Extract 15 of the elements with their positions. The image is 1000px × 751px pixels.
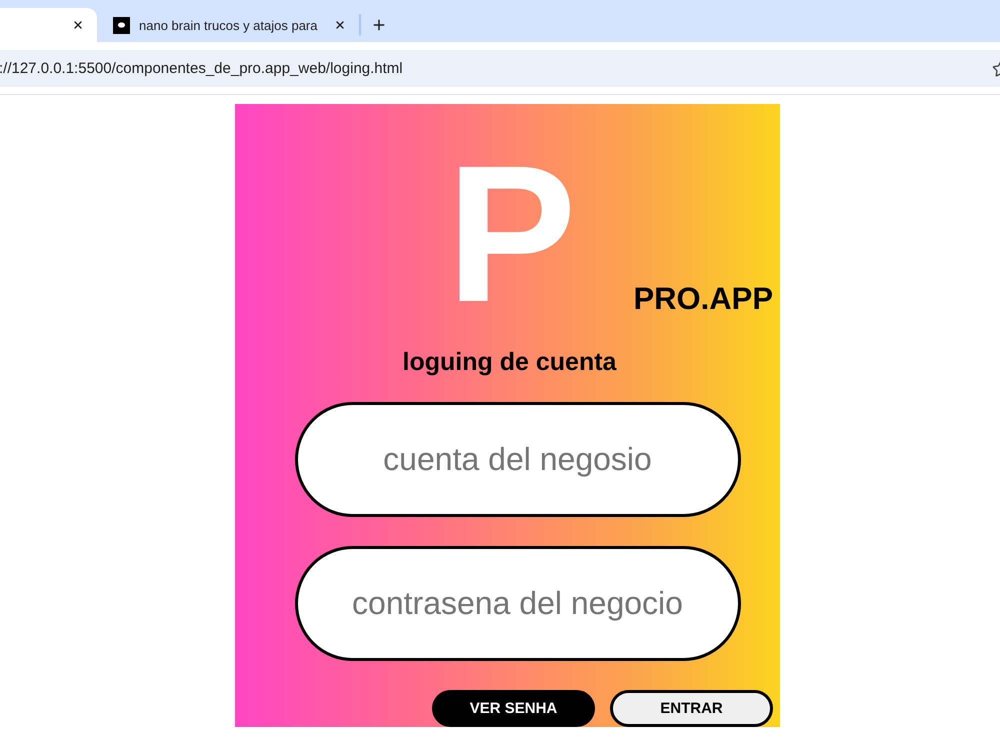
text-field[interactable]: cuenta del negosio	[294, 402, 740, 517]
site-favicon-icon	[113, 16, 130, 34]
address-url: ://127.0.0.1:5500/componentes_de_pro.app_web/loging.html	[0, 60, 403, 77]
logo-letter: P	[446, 137, 577, 332]
enter-button[interactable]: ENTRAR	[610, 690, 773, 727]
brand-name: PRO.APP	[633, 283, 773, 314]
close-icon[interactable]	[334, 19, 346, 31]
login-heading: loguing de cuenta	[402, 350, 616, 375]
tab-title: nano brain trucos y atajos para	[139, 18, 318, 32]
show-password-button[interactable]: VER SENHA	[432, 690, 595, 727]
close-icon[interactable]	[72, 19, 84, 31]
text-field[interactable]: contrasena del negocio	[294, 546, 740, 661]
address-bar[interactable]: ://127.0.0.1:5500/componentes_de_pro.app_web/loging.html	[0, 50, 1000, 87]
star-icon[interactable]	[992, 60, 1000, 78]
plus-icon[interactable]	[371, 17, 387, 33]
